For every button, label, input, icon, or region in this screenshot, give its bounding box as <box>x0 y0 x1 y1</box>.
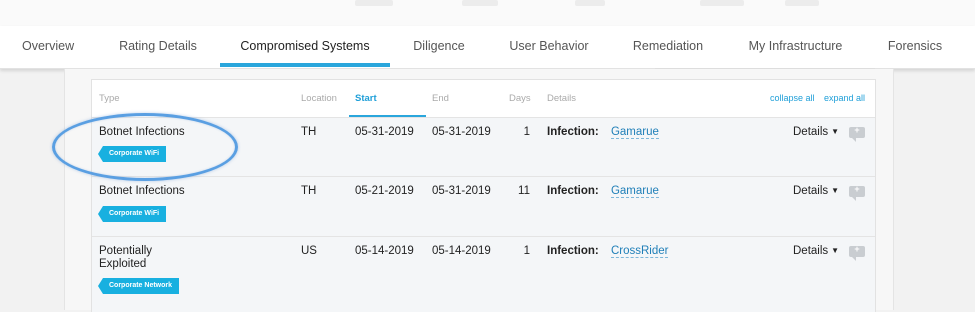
infection-link[interactable]: Gamarue <box>610 126 659 139</box>
collapse-all-link[interactable]: collapse all <box>770 93 815 103</box>
tab-rating-details[interactable]: Rating Details <box>112 26 204 68</box>
compromised-systems-table: Type Location Start End Days Details col… <box>91 79 876 312</box>
tab-diligence[interactable]: Diligence <box>410 26 468 68</box>
network-badge: Corporate WiFi <box>97 146 167 162</box>
details-label: Details <box>793 126 829 138</box>
active-tab-indicator <box>220 63 390 67</box>
tab-user-behavior[interactable]: User Behavior <box>506 26 592 68</box>
tab-overview[interactable]: Overview <box>22 26 74 68</box>
location-cell: US <box>301 245 317 257</box>
start-date-cell: 05-21-2019 <box>355 185 414 197</box>
column-header-days[interactable]: Days <box>509 93 531 104</box>
add-comment-icon[interactable]: + <box>849 125 865 142</box>
column-header-end[interactable]: End <box>432 93 449 104</box>
column-header-location[interactable]: Location <box>301 93 337 104</box>
add-comment-icon[interactable]: + <box>849 184 865 201</box>
start-date-cell: 05-14-2019 <box>355 245 414 257</box>
faded-top-item <box>355 0 393 6</box>
system-type: Botnet Infections <box>99 126 185 138</box>
days-cell: 11 <box>518 185 530 197</box>
end-date-cell: 05-14-2019 <box>432 245 491 257</box>
details-label: Details <box>793 185 829 197</box>
table-row[interactable]: Botnet Infections Corporate WiFi TH 05-2… <box>92 176 875 236</box>
add-comment-icon[interactable]: + <box>849 244 865 261</box>
column-header-type[interactable]: Type <box>99 93 120 104</box>
network-badge: Corporate Network <box>97 278 180 294</box>
table-row[interactable]: Potentially Exploited Corporate Network … <box>92 236 875 312</box>
chevron-down-icon: ▼ <box>831 246 840 255</box>
expand-all-link[interactable]: expand all <box>824 93 865 103</box>
faded-top-item <box>700 0 744 6</box>
tab-forensics[interactable]: Forensics <box>884 26 946 68</box>
chevron-down-icon: ▼ <box>831 186 840 195</box>
infection-details: Infection: Gamarue <box>547 126 659 139</box>
top-bar <box>0 0 975 26</box>
details-toggle[interactable]: Details ▼ <box>793 185 839 197</box>
faded-top-item <box>785 0 819 6</box>
faded-note <box>655 61 875 69</box>
details-toggle[interactable]: Details ▼ <box>793 126 839 138</box>
days-cell: 1 <box>523 126 530 138</box>
details-label: Details <box>793 245 829 257</box>
network-badge: Corporate WiFi <box>97 206 167 222</box>
infection-details: Infection: CrossRider <box>547 245 669 258</box>
infection-label: Infection: <box>547 245 599 257</box>
infection-details: Infection: Gamarue <box>547 185 659 198</box>
start-date-cell: 05-31-2019 <box>355 126 414 138</box>
details-toggle[interactable]: Details ▼ <box>793 245 839 257</box>
infection-label: Infection: <box>547 185 599 197</box>
system-type: Potentially Exploited <box>99 245 153 270</box>
system-type: Botnet Infections <box>99 185 185 197</box>
location-cell: TH <box>301 126 317 138</box>
tab-compromised-systems[interactable]: Compromised Systems <box>232 26 378 68</box>
column-header-details[interactable]: Details <box>547 93 576 104</box>
infection-link[interactable]: Gamarue <box>610 185 659 198</box>
end-date-cell: 05-31-2019 <box>432 126 491 138</box>
days-cell: 1 <box>523 245 530 257</box>
faded-top-item <box>462 0 498 6</box>
chevron-down-icon: ▼ <box>831 127 840 136</box>
infection-label: Infection: <box>547 126 599 138</box>
table-row[interactable]: Botnet Infections Corporate WiFi TH 05-3… <box>92 117 875 176</box>
faded-top-item <box>575 0 605 6</box>
location-cell: TH <box>301 185 317 197</box>
end-date-cell: 05-31-2019 <box>432 185 491 197</box>
column-header-start[interactable]: Start <box>355 93 377 104</box>
infection-link[interactable]: CrossRider <box>610 245 669 258</box>
